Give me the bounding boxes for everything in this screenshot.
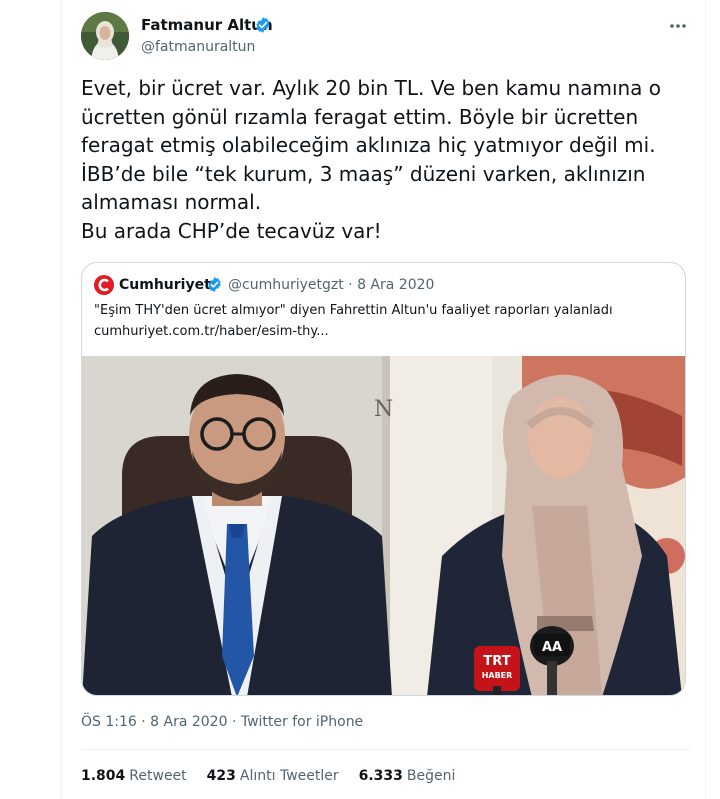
retweets-count: 1.804 <box>81 768 126 784</box>
quote-author-name[interactable]: Cumhuriyet <box>119 275 211 295</box>
author-name[interactable]: Fatmanur Altun <box>141 15 273 35</box>
tweet-timestamp[interactable]: ÖS 1:16 · 8 Ara 2020 · Twitter for iPhon… <box>81 712 363 732</box>
tweet-stats: 1.804 Retweet 423 Alıntı Tweetler 6.333 Beğ… <box>81 766 475 786</box>
aa-mic-label: AA <box>542 640 562 655</box>
trt-mic-label: TRT <box>483 654 510 669</box>
quote-photo[interactable]: N TRT HABER AA <box>82 356 685 695</box>
svg-text:N: N <box>374 397 393 422</box>
column-border-left <box>61 0 62 799</box>
retweets-stat[interactable]: 1.804 Retweet <box>81 766 187 786</box>
quotes-stat[interactable]: 423 Alıntı Tweetler <box>207 766 339 786</box>
likes-label: Beğeni <box>406 768 456 784</box>
trt-mic-sublabel: HABER <box>482 671 513 680</box>
verified-badge-icon <box>254 16 272 34</box>
avatar[interactable] <box>81 12 129 60</box>
author-handle[interactable]: @fatmanuraltun <box>141 37 255 57</box>
column-border-right <box>705 0 706 799</box>
retweets-label: Retweet <box>129 768 187 784</box>
quote-text: "Eşim THY'den ücret almıyor" diyen Fahre… <box>94 303 613 339</box>
likes-count: 6.333 <box>358 768 403 784</box>
tweet-detail: Fatmanur Altun @fatmanuraltun Evet, bir … <box>0 0 720 799</box>
divider <box>81 749 691 750</box>
likes-stat[interactable]: 6.333 Beğeni <box>359 766 456 786</box>
quotes-label: Alıntı Tweetler <box>239 768 339 784</box>
quote-tweet-card[interactable]: Cumhuriyet @cumhuriyetgzt · 8 Ara 2020 "… <box>81 262 686 696</box>
quote-verified-badge-icon <box>206 276 223 293</box>
cumhuriyet-logo-icon <box>94 275 114 295</box>
quote-handle-date[interactable]: @cumhuriyetgzt · 8 Ara 2020 <box>228 275 434 295</box>
quotes-count: 423 <box>206 768 236 784</box>
more-icon[interactable] <box>664 14 692 38</box>
tweet-text: Evet, bir ücret var. Aylık 20 bin TL. Ve… <box>81 76 662 243</box>
